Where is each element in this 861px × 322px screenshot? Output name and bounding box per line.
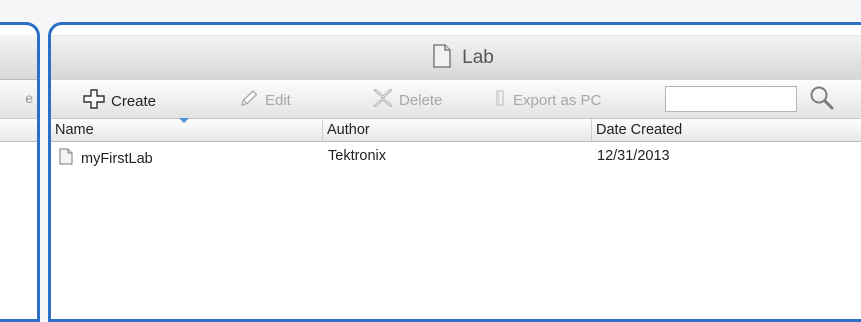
search-icon[interactable]	[809, 85, 835, 116]
toolbar: Create Edit Delete Export as PC	[51, 80, 861, 119]
column-header-author-label: Author	[327, 122, 370, 138]
page-title: Lab	[462, 47, 494, 68]
document-icon	[432, 43, 452, 73]
row-author-cell: Tektronix	[328, 148, 387, 164]
delete-button[interactable]: Delete	[373, 88, 443, 111]
edit-label: Edit	[265, 91, 291, 109]
export-pdf-icon	[493, 89, 507, 111]
create-button[interactable]: Create	[83, 89, 156, 113]
column-header-name[interactable]: Name	[51, 118, 323, 141]
column-header-date-created[interactable]: Date Created	[592, 119, 861, 141]
create-label: Create	[111, 92, 157, 110]
column-header-name-label: Name	[55, 122, 94, 138]
export-button[interactable]: Export as PC	[493, 89, 601, 111]
lab-file-icon	[59, 148, 73, 169]
row-date-cell: 12/31/2013	[597, 148, 670, 164]
delete-x-icon	[373, 88, 393, 111]
lab-panel: Lab Create Edit Delete Export as PC Name…	[48, 22, 861, 322]
plus-icon	[83, 89, 105, 113]
column-header-date-label: Date Created	[596, 122, 683, 138]
left-panel-column-header	[0, 119, 37, 142]
search-input[interactable]	[665, 86, 797, 112]
left-panel-header	[0, 35, 37, 80]
left-panel: e	[0, 22, 40, 322]
table-row[interactable]: myFirstLab Tektronix 12/31/2013	[51, 142, 861, 172]
left-panel-toolbar: e	[0, 80, 37, 119]
panel-title-bar: Lab	[51, 35, 861, 81]
delete-label: Delete	[399, 91, 443, 109]
export-label: Export as PC	[513, 91, 602, 109]
sort-indicator-icon	[179, 118, 189, 123]
left-panel-toolbar-label[interactable]: e	[25, 90, 33, 106]
grid-header: Name Author Date Created	[51, 118, 861, 142]
column-header-author[interactable]: Author	[323, 119, 592, 141]
edit-button[interactable]: Edit	[239, 89, 291, 111]
row-name-cell: myFirstLab	[59, 148, 153, 169]
pencil-icon	[239, 89, 259, 111]
grid-body: myFirstLab Tektronix 12/31/2013	[51, 142, 861, 319]
row-name-text: myFirstLab	[81, 150, 153, 167]
